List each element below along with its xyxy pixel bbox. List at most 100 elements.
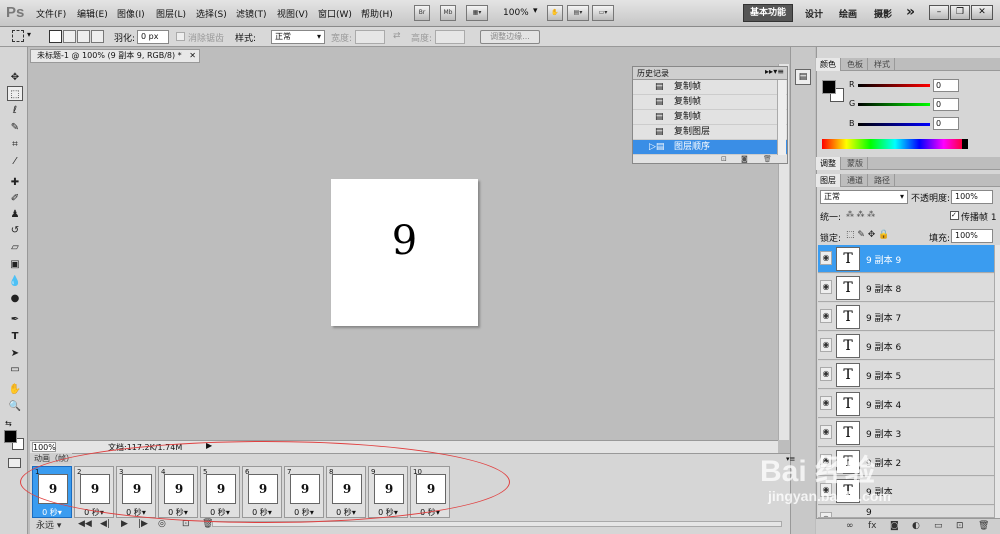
swap-icon[interactable]: ⇄: [393, 31, 401, 41]
gradient-tool-icon[interactable]: ▣: [7, 257, 23, 272]
marquee-preset-icon[interactable]: [12, 30, 24, 42]
mini-bridge-icon[interactable]: Mb: [440, 5, 456, 21]
green-input[interactable]: 0: [933, 98, 959, 111]
document-tab[interactable]: 未标题-1 @ 100% (9 副本 9, RGB/8) * ✕: [30, 49, 200, 63]
workspace-photography-button[interactable]: 摄影: [874, 7, 892, 20]
eyedropper-tool-icon[interactable]: ⁄: [7, 154, 23, 169]
layer-style-icon[interactable]: fx: [868, 521, 877, 531]
menu-image[interactable]: 图像(I): [117, 7, 145, 20]
blur-tool-icon[interactable]: 💧: [7, 274, 23, 289]
dodge-tool-icon[interactable]: ●: [7, 291, 23, 306]
history-panel-icon[interactable]: ▤: [795, 69, 811, 85]
tab-adjustments[interactable]: 调整: [816, 157, 841, 170]
history-scrollbar[interactable]: [777, 80, 786, 155]
tween-icon[interactable]: ◎: [158, 519, 166, 529]
lock-icons[interactable]: ⬚ ✎ ✥ 🔒: [846, 230, 889, 240]
bridge-icon[interactable]: Br: [414, 5, 430, 21]
menu-edit[interactable]: 编辑(E): [77, 7, 108, 20]
history-panel-title[interactable]: 历史记录: [637, 68, 669, 79]
style-select[interactable]: 正常 ▾: [271, 30, 325, 44]
frame-delay-select[interactable]: 0 秒▾: [33, 507, 71, 518]
trash-icon[interactable]: 🗑: [763, 155, 772, 163]
layer-row[interactable]: ◉ T 9 副本 8: [818, 274, 994, 302]
minimize-icon[interactable]: –: [929, 5, 949, 20]
layer-mask-icon[interactable]: ◙: [890, 521, 899, 531]
type-tool-icon[interactable]: T: [7, 329, 23, 344]
chevron-down-icon[interactable]: ▾: [533, 6, 538, 16]
first-frame-icon[interactable]: ◀◀: [78, 519, 92, 529]
shape-tool-icon[interactable]: ▭: [7, 362, 23, 377]
blue-slider[interactable]: [858, 123, 930, 126]
history-row[interactable]: ▤ 复制帧: [633, 80, 787, 95]
workspace-essentials-button[interactable]: 基本功能: [743, 4, 793, 22]
quick-selection-tool-icon[interactable]: ✎: [7, 120, 23, 135]
tab-styles[interactable]: 样式: [870, 58, 895, 71]
adjustment-layer-icon[interactable]: ◐: [912, 521, 920, 531]
foreground-color-swatch[interactable]: [4, 430, 17, 443]
workspace-design-button[interactable]: 设计: [805, 7, 823, 20]
zoom-field[interactable]: 100%: [32, 442, 56, 452]
menu-select[interactable]: 选择(S): [196, 7, 227, 20]
screen-mode-icon[interactable]: ▭▾: [592, 5, 614, 21]
unify-icons[interactable]: ⁂ ⁂ ⁂: [846, 210, 875, 219]
menu-file[interactable]: 文件(F): [36, 7, 66, 20]
panel-menu-icon[interactable]: ▾≡: [773, 67, 784, 76]
play-icon[interactable]: ▶: [121, 519, 128, 529]
hand-tool-icon[interactable]: ✋: [547, 5, 563, 21]
clone-stamp-tool-icon[interactable]: ♟: [7, 207, 23, 222]
new-selection-icon[interactable]: [49, 30, 62, 43]
tab-swatches[interactable]: 色板: [843, 58, 868, 71]
tab-paths[interactable]: 路径: [870, 174, 895, 187]
subtract-selection-icon[interactable]: [77, 30, 90, 43]
layer-row[interactable]: ◉ T 9 副本 3: [818, 419, 994, 447]
close-icon[interactable]: ✕: [189, 50, 196, 62]
quick-mask-icon[interactable]: [8, 458, 21, 468]
loop-select[interactable]: 永远 ▾: [36, 518, 61, 531]
color-ramp[interactable]: [822, 139, 968, 149]
history-row[interactable]: ▤ 复制图层: [633, 125, 787, 140]
link-layers-icon[interactable]: ∞: [846, 521, 854, 531]
layer-row[interactable]: ◉ T 9 副本 4: [818, 390, 994, 418]
menu-layer[interactable]: 图层(L): [156, 7, 186, 20]
previous-frame-icon[interactable]: ◀|: [100, 519, 110, 529]
width-input[interactable]: [355, 30, 385, 44]
color-ramp-black[interactable]: [962, 139, 968, 149]
history-row[interactable]: ▤ 复制帧: [633, 95, 787, 110]
trash-icon[interactable]: 🗑: [978, 521, 989, 531]
group-folder-icon[interactable]: ▭: [934, 521, 943, 531]
height-input[interactable]: [435, 30, 465, 44]
rectangular-marquee-tool-icon[interactable]: ⬚: [7, 86, 23, 101]
menu-view[interactable]: 视图(V): [277, 7, 308, 20]
red-slider[interactable]: [858, 84, 930, 87]
antialias-checkbox[interactable]: [176, 32, 185, 41]
layer-row[interactable]: ◉9: [818, 506, 994, 518]
healing-brush-tool-icon[interactable]: ✚: [7, 175, 23, 190]
menu-filter[interactable]: 滤镜(T): [236, 7, 267, 20]
blue-input[interactable]: 0: [933, 117, 959, 130]
layer-row-selected[interactable]: ◉ T 9 副本 9: [818, 245, 994, 273]
arrange-documents-icon[interactable]: ▤▾: [567, 5, 589, 21]
menu-window[interactable]: 窗口(W): [318, 7, 352, 20]
lasso-tool-icon[interactable]: ℓ: [7, 103, 23, 118]
crop-tool-icon[interactable]: ⌗: [7, 137, 23, 152]
brush-tool-icon[interactable]: ✐: [7, 191, 23, 206]
blend-mode-select[interactable]: 正常 ▾: [820, 190, 908, 204]
tab-layers[interactable]: 图层: [816, 174, 841, 187]
more-workspaces-icon[interactable]: »: [906, 4, 915, 20]
zoom-level-dropdown[interactable]: 100%: [503, 8, 529, 18]
new-document-from-state-icon[interactable]: ⊡: [721, 155, 727, 163]
swap-colors-icon[interactable]: ⇆: [5, 419, 12, 428]
close-icon[interactable]: ✕: [971, 5, 993, 20]
move-tool-icon[interactable]: ✥: [7, 70, 23, 85]
add-selection-icon[interactable]: [63, 30, 76, 43]
history-row[interactable]: ▤ 复制帧: [633, 110, 787, 125]
new-layer-icon[interactable]: ⊡: [956, 521, 964, 531]
collapse-icon[interactable]: ▸▸: [765, 67, 773, 76]
layers-scrollbar[interactable]: [994, 245, 1000, 518]
red-input[interactable]: 0: [933, 79, 959, 92]
fill-input[interactable]: 100%: [951, 229, 993, 243]
zoom-tool-icon[interactable]: 🔍: [7, 399, 23, 414]
chevron-down-icon[interactable]: ▾: [27, 30, 31, 39]
restore-icon[interactable]: ❐: [950, 5, 970, 20]
layer-row[interactable]: ◉ T 9 副本 6: [818, 332, 994, 360]
